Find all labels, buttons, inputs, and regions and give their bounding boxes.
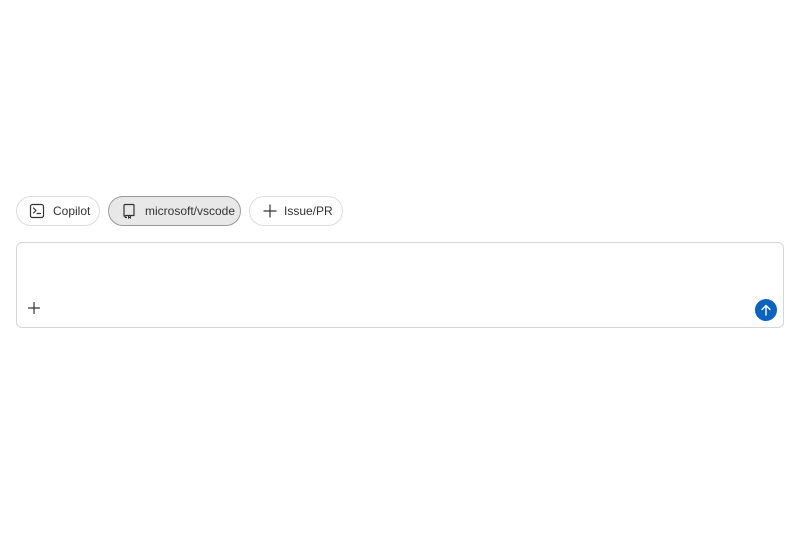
- page: Copilot microsoft/vscode Issue/PR: [0, 0, 800, 560]
- plus-icon: [262, 203, 278, 219]
- copilot-chip-label: Copilot: [53, 204, 91, 218]
- attach-button[interactable]: [26, 300, 42, 316]
- repository-chip-label: microsoft/vscode: [145, 204, 236, 218]
- copilot-chip[interactable]: Copilot: [16, 196, 100, 226]
- plus-icon: [27, 301, 41, 315]
- issue-pr-chip-label: Issue/PR: [284, 204, 333, 218]
- repository-chip[interactable]: microsoft/vscode: [108, 196, 241, 226]
- prompt-input[interactable]: [27, 251, 771, 299]
- repo-icon: [121, 203, 137, 219]
- issue-pr-chip[interactable]: Issue/PR: [249, 196, 343, 226]
- arrow-up-icon: [761, 304, 771, 316]
- prompt-composer: [16, 242, 784, 328]
- send-button[interactable]: [755, 299, 777, 321]
- terminal-icon: [29, 203, 45, 219]
- context-chip-row: Copilot microsoft/vscode Issue/PR: [16, 196, 343, 226]
